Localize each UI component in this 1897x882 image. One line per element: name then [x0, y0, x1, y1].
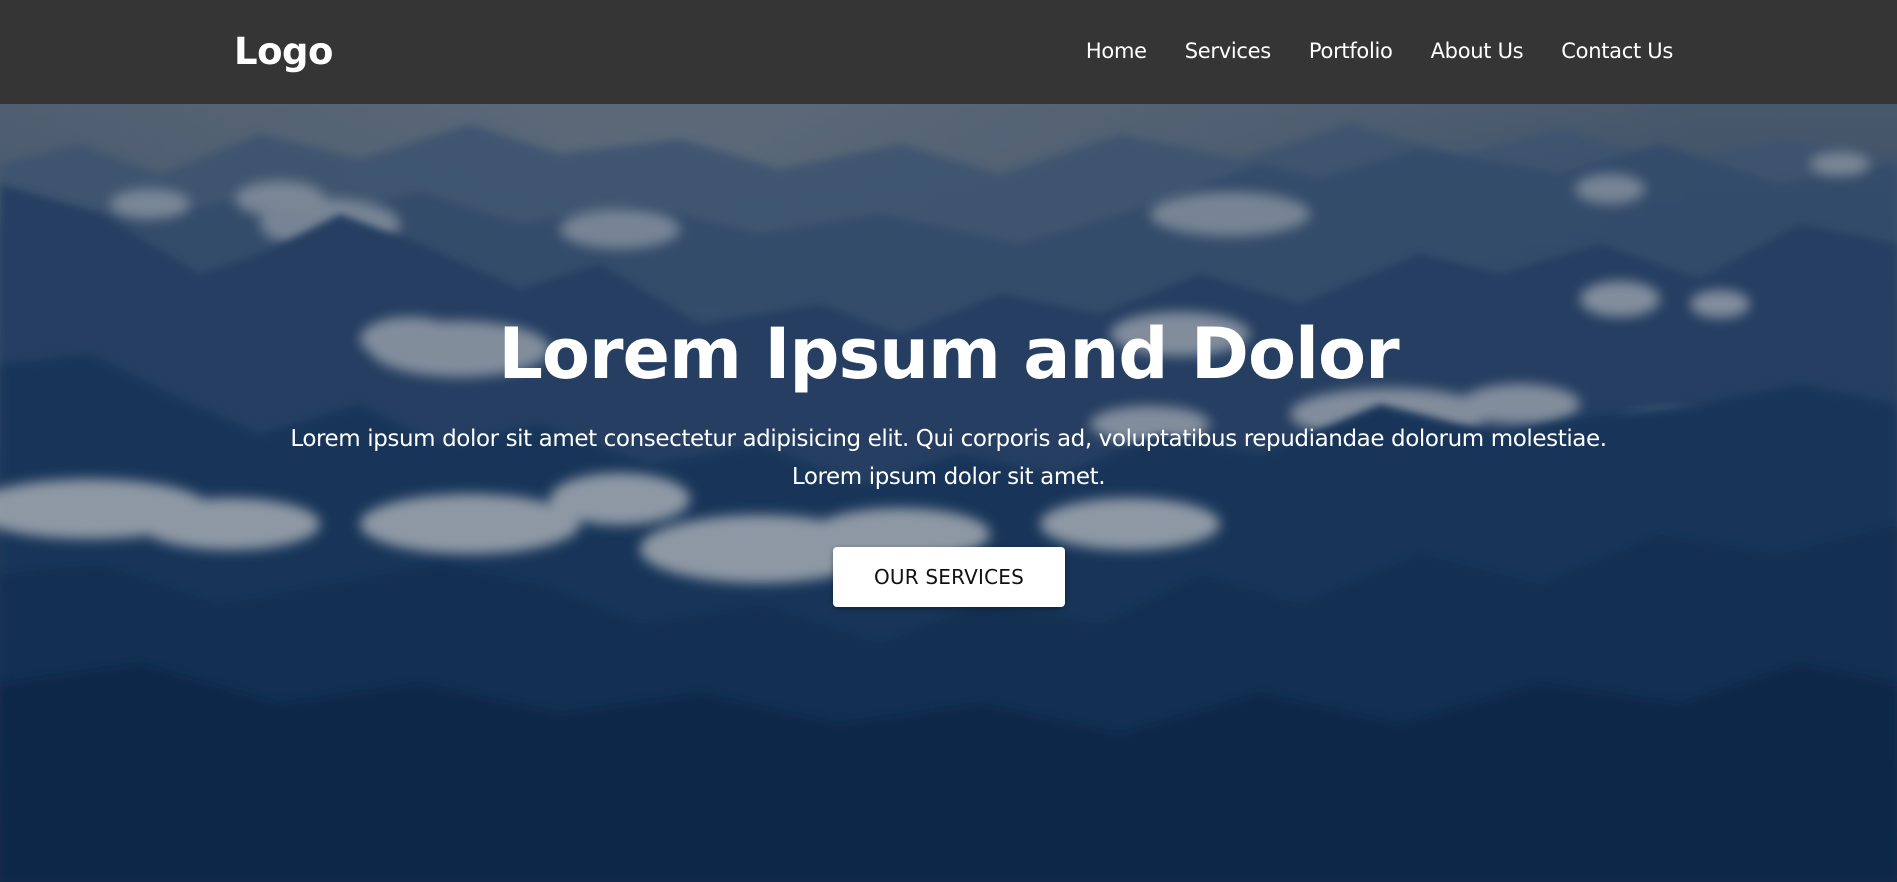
nav-link-services[interactable]: Services: [1185, 36, 1271, 66]
hero-description: Lorem ipsum dolor sit amet consectetur a…: [200, 420, 1697, 496]
nav-item-contact-us: Contact Us: [1561, 36, 1673, 66]
nav-link-home[interactable]: Home: [1086, 36, 1147, 66]
our-services-button[interactable]: OUR SERVICES: [833, 547, 1065, 607]
nav-item-home: Home: [1086, 36, 1147, 66]
hero-section: Lorem Ipsum and Dolor Lorem ipsum dolor …: [0, 104, 1897, 882]
site-header: Logo Home Services Portfolio About Us Co…: [0, 0, 1897, 104]
hero-content: Lorem Ipsum and Dolor Lorem ipsum dolor …: [0, 104, 1897, 882]
nav-link-portfolio[interactable]: Portfolio: [1309, 36, 1393, 66]
nav-item-about-us: About Us: [1431, 36, 1524, 66]
nav-item-portfolio: Portfolio: [1309, 36, 1393, 66]
hero-title: Lorem Ipsum and Dolor: [498, 313, 1399, 395]
main-nav: Home Services Portfolio About Us Contact…: [1086, 36, 1673, 66]
logo[interactable]: Logo: [234, 30, 333, 74]
hero-description-line-2: Lorem ipsum dolor sit amet.: [791, 464, 1106, 490]
nav-link-about-us[interactable]: About Us: [1431, 36, 1524, 66]
page: Logo Home Services Portfolio About Us Co…: [0, 0, 1897, 882]
nav-item-services: Services: [1185, 36, 1271, 66]
nav-link-contact-us[interactable]: Contact Us: [1561, 36, 1673, 66]
hero-description-line-1: Lorem ipsum dolor sit amet consectetur a…: [290, 426, 1607, 452]
